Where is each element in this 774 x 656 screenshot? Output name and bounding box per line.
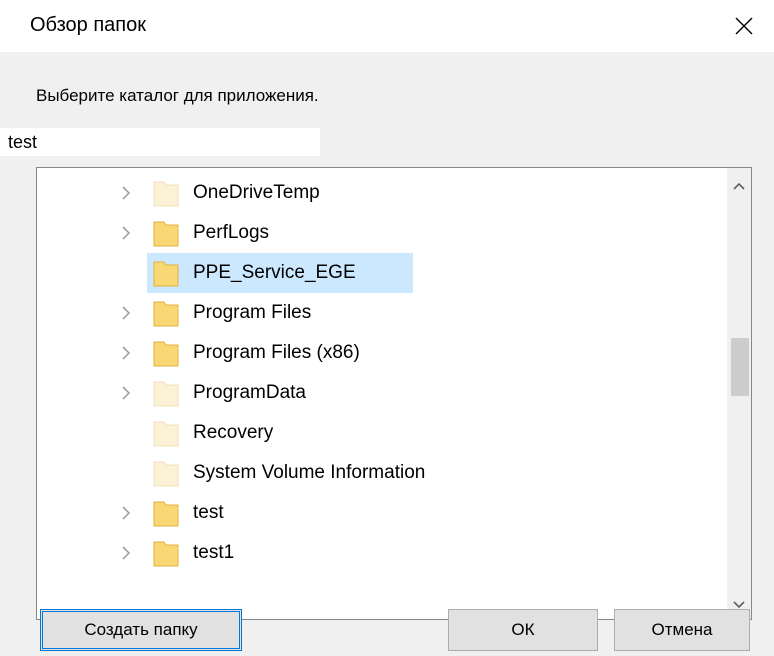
folder-icon [153,259,179,287]
close-icon [735,17,753,35]
tree-item[interactable]: OneDriveTemp [37,173,727,213]
vertical-scrollbar[interactable] [727,168,751,619]
folder-icon [153,419,179,447]
create-folder-button[interactable]: Создать папку [40,609,242,651]
tree-item[interactable]: test1 [37,533,727,573]
tree-item-label: OneDriveTemp [193,182,320,203]
tree-item-label: test1 [193,542,235,563]
expand-chevron-icon[interactable] [117,223,135,243]
browse-folders-dialog: Обзор папок Выберите каталог для приложе… [0,0,774,656]
folder-icon [153,339,179,367]
folder-icon [153,539,179,567]
title-bar: Обзор папок [0,0,774,52]
tree-item[interactable]: ProgramData [37,373,727,413]
scroll-up-button[interactable] [727,174,751,198]
expand-chevron-icon[interactable] [117,543,135,563]
close-button[interactable] [714,0,774,52]
dialog-body: Выберите каталог для приложения. OneDriv… [0,52,774,656]
tree-item[interactable]: Recovery [37,413,727,453]
tree-item-label: test [193,502,224,523]
tree-item[interactable]: test [37,493,727,533]
folder-icon [153,179,179,207]
folder-icon [153,219,179,247]
tree-item[interactable]: PPE_Service_EGE [37,253,727,293]
expand-chevron-icon[interactable] [117,383,135,403]
tree-item[interactable]: System Volume Information [37,453,727,493]
tree-item-label: PerfLogs [193,222,270,243]
folder-tree[interactable]: OneDriveTemp PerfLogs PPE_Service_EGE Progr… [36,167,752,620]
tree-item[interactable]: Program Files (x86) [37,333,727,373]
tree-item-label: System Volume Information [193,462,426,483]
instruction-text: Выберите каталог для приложения. [36,86,319,105]
chevron-up-icon [733,182,745,190]
tree-item-label: Program Files (x86) [193,342,360,363]
expand-chevron-icon[interactable] [117,343,135,363]
expand-chevron-icon[interactable] [117,303,135,323]
folder-icon [153,379,179,407]
tree-item-label: Program Files [193,302,312,323]
tree-item-label: Recovery [193,422,274,443]
expand-chevron-icon[interactable] [117,503,135,523]
tree-item-label: ProgramData [193,382,306,403]
expand-chevron-icon[interactable] [117,183,135,203]
ok-button[interactable]: ОК [448,609,598,651]
cancel-button[interactable]: Отмена [614,609,750,651]
tree-item[interactable]: Program Files [37,293,727,333]
scroll-thumb[interactable] [731,338,749,396]
folder-icon [153,459,179,487]
folder-icon [153,499,179,527]
tree-item[interactable]: PerfLogs [37,213,727,253]
tree-item-label: PPE_Service_EGE [193,262,356,283]
folder-path-field[interactable] [0,128,320,156]
window-title: Обзор папок [30,14,146,36]
folder-icon [153,299,179,327]
